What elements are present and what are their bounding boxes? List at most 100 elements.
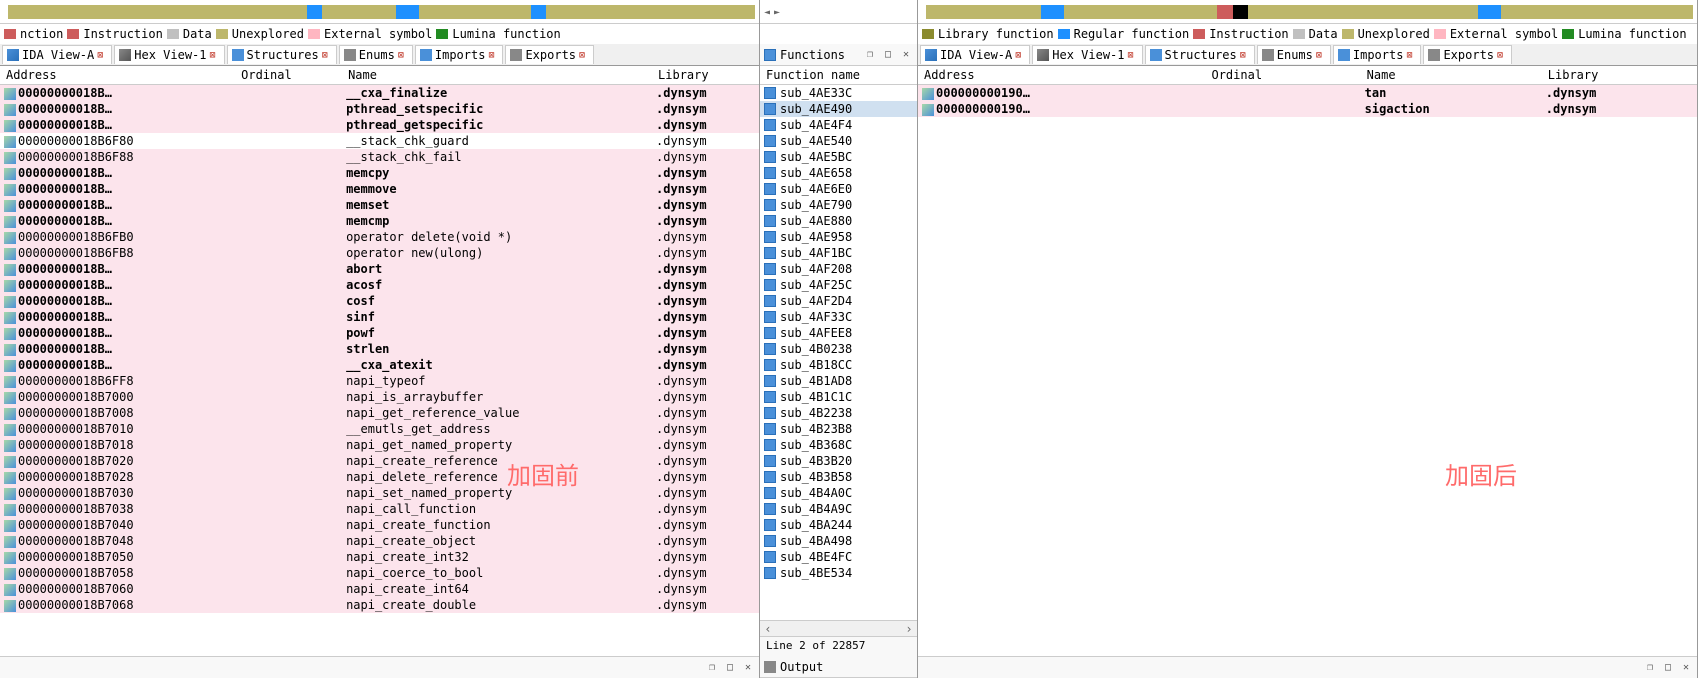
function-item[interactable]: sub_4B368C: [760, 437, 917, 453]
table-row[interactable]: 00000000018B7028napi_delete_reference.dy…: [0, 469, 759, 485]
nav-strip-right[interactable]: [918, 0, 1697, 24]
col-library[interactable]: Library: [652, 66, 759, 85]
function-item[interactable]: sub_4AE490: [760, 101, 917, 117]
table-row[interactable]: 000000000190…sigaction.dynsym: [918, 101, 1697, 117]
table-row[interactable]: 00000000018B…sinf.dynsym: [0, 309, 759, 325]
function-item[interactable]: sub_4B4A9C: [760, 501, 917, 517]
functions-header[interactable]: Function name: [760, 66, 917, 85]
function-item[interactable]: sub_4AE4F4: [760, 117, 917, 133]
table-row[interactable]: 00000000018B…acosf.dynsym: [0, 277, 759, 293]
maximize-icon[interactable]: □: [881, 48, 895, 62]
table-row[interactable]: 00000000018B7000napi_is_arraybuffer.dyns…: [0, 389, 759, 405]
function-item[interactable]: sub_4AF1BC: [760, 245, 917, 261]
restore-icon[interactable]: ❐: [1643, 661, 1657, 675]
close-icon[interactable]: ⊠: [210, 50, 220, 60]
col-name[interactable]: Name: [1361, 66, 1542, 85]
table-row[interactable]: 00000000018B7030napi_set_named_property.…: [0, 485, 759, 501]
table-row[interactable]: 00000000018B…strlen.dynsym: [0, 341, 759, 357]
nav-next-icon[interactable]: ►: [774, 7, 784, 17]
tab-imports[interactable]: Imports⊠: [1333, 45, 1422, 64]
function-item[interactable]: sub_4AF208: [760, 261, 917, 277]
function-item[interactable]: sub_4B23B8: [760, 421, 917, 437]
tab-structures[interactable]: Structures⊠: [227, 45, 337, 64]
function-item[interactable]: sub_4BE534: [760, 565, 917, 581]
tab-enums[interactable]: Enums⊠: [1257, 45, 1331, 64]
tab-structures[interactable]: Structures⊠: [1145, 45, 1255, 64]
close-icon[interactable]: ⊠: [1128, 50, 1138, 60]
function-item[interactable]: sub_4AE6E0: [760, 181, 917, 197]
table-row[interactable]: 00000000018B7048napi_create_object.dynsy…: [0, 533, 759, 549]
function-item[interactable]: sub_4B3B58: [760, 469, 917, 485]
table-row[interactable]: 00000000018B6FB0operator delete(void *).…: [0, 229, 759, 245]
table-row[interactable]: 00000000018B7040napi_create_function.dyn…: [0, 517, 759, 533]
function-item[interactable]: sub_4B18CC: [760, 357, 917, 373]
close-icon[interactable]: ⊠: [1316, 50, 1326, 60]
close-icon[interactable]: ⊠: [1015, 50, 1025, 60]
col-library[interactable]: Library: [1542, 66, 1697, 85]
table-row[interactable]: 00000000018B7010__emutls_get_address.dyn…: [0, 421, 759, 437]
table-row[interactable]: 00000000018B7060napi_create_int64.dynsym: [0, 581, 759, 597]
function-item[interactable]: sub_4AE540: [760, 133, 917, 149]
tab-imports[interactable]: Imports⊠: [415, 45, 504, 64]
tab-ida-view-a[interactable]: IDA View-A⊠: [920, 45, 1030, 64]
function-item[interactable]: sub_4AE958: [760, 229, 917, 245]
col-ordinal[interactable]: Ordinal: [1205, 66, 1360, 85]
maximize-icon[interactable]: □: [723, 661, 737, 675]
restore-icon[interactable]: ❐: [863, 48, 877, 62]
function-item[interactable]: sub_4B3B20: [760, 453, 917, 469]
function-item[interactable]: sub_4AF33C: [760, 309, 917, 325]
close-icon[interactable]: ⊠: [322, 50, 332, 60]
table-row[interactable]: 00000000018B…memcmp.dynsym: [0, 213, 759, 229]
table-row[interactable]: 00000000018B…__cxa_atexit.dynsym: [0, 357, 759, 373]
table-row[interactable]: 00000000018B7038napi_call_function.dynsy…: [0, 501, 759, 517]
function-item[interactable]: sub_4BE4FC: [760, 549, 917, 565]
table-row[interactable]: 00000000018B…cosf.dynsym: [0, 293, 759, 309]
scroll-horizontal[interactable]: ‹ ›: [760, 620, 917, 636]
close-icon[interactable]: ✕: [1679, 661, 1693, 675]
function-item[interactable]: sub_4BA498: [760, 533, 917, 549]
table-row[interactable]: 000000000190…tan.dynsym: [918, 85, 1697, 102]
col-address[interactable]: Address: [0, 66, 235, 85]
function-item[interactable]: sub_4AF25C: [760, 277, 917, 293]
table-row[interactable]: 00000000018B7018napi_get_named_property.…: [0, 437, 759, 453]
table-row[interactable]: 00000000018B7068napi_create_double.dynsy…: [0, 597, 759, 613]
table-row[interactable]: 00000000018B…memmove.dynsym: [0, 181, 759, 197]
imports-table-left[interactable]: AddressOrdinalNameLibrary00000000018B…__…: [0, 66, 759, 656]
function-item[interactable]: sub_4AE658: [760, 165, 917, 181]
tab-exports[interactable]: Exports⊠: [1423, 45, 1512, 64]
scroll-left-icon[interactable]: ‹: [760, 622, 776, 636]
tab-hex-view-1[interactable]: Hex View-1⊠: [1032, 45, 1142, 64]
close-icon[interactable]: ⊠: [1240, 50, 1250, 60]
close-icon[interactable]: ⊠: [1406, 50, 1416, 60]
table-row[interactable]: 00000000018B…pthread_getspecific.dynsym: [0, 117, 759, 133]
function-item[interactable]: sub_4B4A0C: [760, 485, 917, 501]
maximize-icon[interactable]: □: [1661, 661, 1675, 675]
function-item[interactable]: sub_4AE880: [760, 213, 917, 229]
function-item[interactable]: sub_4B1C1C: [760, 389, 917, 405]
table-row[interactable]: 00000000018B7008napi_get_reference_value…: [0, 405, 759, 421]
function-item[interactable]: sub_4AE5BC: [760, 149, 917, 165]
table-row[interactable]: 00000000018B6F80__stack_chk_guard.dynsym: [0, 133, 759, 149]
function-item[interactable]: sub_4B1AD8: [760, 373, 917, 389]
col-address[interactable]: Address: [918, 66, 1205, 85]
col-ordinal[interactable]: Ordinal: [235, 66, 342, 85]
close-icon[interactable]: ⊠: [488, 50, 498, 60]
nav-strip-left[interactable]: [0, 0, 759, 24]
tab-ida-view-a[interactable]: IDA View-A⊠: [2, 45, 112, 64]
functions-list[interactable]: sub_4AE33Csub_4AE490sub_4AE4F4sub_4AE540…: [760, 85, 917, 620]
col-name[interactable]: Name: [342, 66, 652, 85]
table-row[interactable]: 00000000018B7020napi_create_reference.dy…: [0, 453, 759, 469]
tab-hex-view-1[interactable]: Hex View-1⊠: [114, 45, 224, 64]
table-row[interactable]: 00000000018B…abort.dynsym: [0, 261, 759, 277]
nav-strip-mid[interactable]: ◄ ►: [760, 0, 917, 24]
imports-table-right[interactable]: AddressOrdinalNameLibrary000000000190…ta…: [918, 66, 1697, 656]
table-row[interactable]: 00000000018B6FF8napi_typeof.dynsym: [0, 373, 759, 389]
tab-enums[interactable]: Enums⊠: [339, 45, 413, 64]
table-row[interactable]: 00000000018B…memset.dynsym: [0, 197, 759, 213]
table-row[interactable]: 00000000018B…__cxa_finalize.dynsym: [0, 85, 759, 102]
table-row[interactable]: 00000000018B7050napi_create_int32.dynsym: [0, 549, 759, 565]
close-icon[interactable]: ⊠: [579, 50, 589, 60]
function-item[interactable]: sub_4B0238: [760, 341, 917, 357]
table-row[interactable]: 00000000018B7058napi_coerce_to_bool.dyns…: [0, 565, 759, 581]
close-icon[interactable]: ✕: [741, 661, 755, 675]
